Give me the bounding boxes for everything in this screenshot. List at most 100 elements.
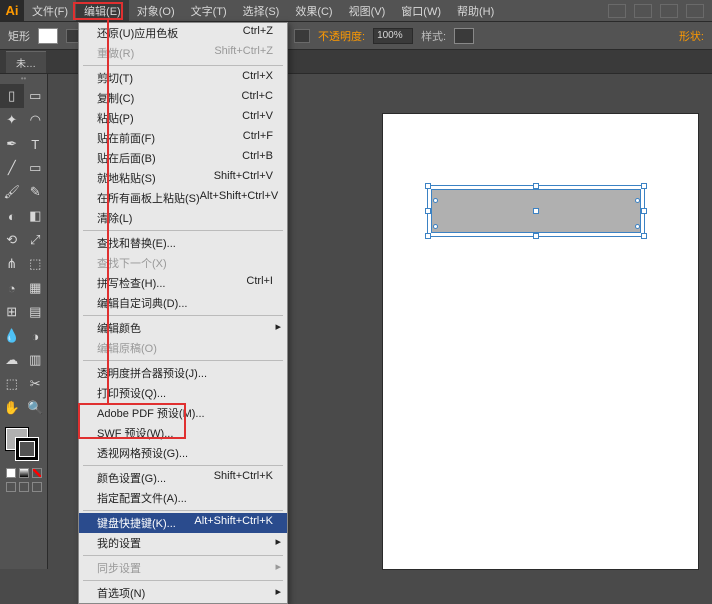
title-bar: Ai 文件(F) 编辑(E) 对象(O) 文字(T) 选择(S) 效果(C) 视… [0, 0, 712, 22]
layout-icon[interactable] [608, 4, 626, 18]
menu-item[interactable]: 在所有画板上粘贴(S)Alt+Shift+Ctrl+V [79, 188, 287, 208]
menu-item[interactable]: 键盘快捷键(K)...Alt+Shift+Ctrl+K [79, 513, 287, 533]
menu-item[interactable]: SWF 预设(W)... [79, 423, 287, 443]
menu-item[interactable]: 贴在后面(B)Ctrl+B [79, 148, 287, 168]
anchor-point[interactable] [635, 224, 640, 229]
menu-item-label: 打印预设(Q)... [97, 385, 166, 401]
menu-item[interactable]: 指定配置文件(A)... [79, 488, 287, 508]
menu-item-shortcut: Ctrl+I [246, 275, 273, 291]
tool-pen[interactable]: ✒ [0, 132, 24, 156]
menu-item[interactable]: 首选项(N)▸ [79, 583, 287, 603]
menu-item-label: 编辑原稿(O) [97, 340, 157, 356]
tool-lasso[interactable]: ◠ [24, 108, 48, 132]
tool-magic-wand[interactable]: ✦ [0, 108, 24, 132]
resize-handle[interactable] [641, 233, 647, 239]
menu-item[interactable]: 剪切(T)Ctrl+X [79, 68, 287, 88]
document-tab[interactable]: 未… [6, 51, 46, 73]
layout-icon[interactable] [686, 4, 704, 18]
tool-type[interactable]: T [24, 132, 48, 156]
menu-view[interactable]: 视图(V) [341, 0, 394, 21]
resize-handle[interactable] [425, 233, 431, 239]
layout-icon[interactable] [660, 4, 678, 18]
tool-pencil[interactable]: ✎ [24, 180, 48, 204]
tool-artboard[interactable]: ⬚ [0, 372, 24, 396]
tool-shape-builder[interactable]: ◔ [0, 276, 24, 300]
tool-rectangle[interactable]: ▭ [24, 156, 48, 180]
artboard[interactable] [383, 114, 698, 569]
resize-handle[interactable] [425, 208, 431, 214]
tool-symbol[interactable]: ☁ [0, 348, 24, 372]
menu-item[interactable]: 拼写检查(H)...Ctrl+I [79, 273, 287, 293]
menu-help[interactable]: 帮助(H) [449, 0, 502, 21]
tool-perspective[interactable]: ▦ [24, 276, 48, 300]
style-swatch[interactable] [454, 28, 474, 44]
menu-select[interactable]: 选择(S) [235, 0, 288, 21]
menu-file[interactable]: 文件(F) [24, 0, 76, 21]
opacity-input[interactable] [373, 28, 413, 44]
anchor-point[interactable] [635, 198, 640, 203]
tool-slice[interactable]: ✂ [24, 372, 48, 396]
menu-item-shortcut: Shift+Ctrl+K [214, 470, 273, 486]
menu-item[interactable]: Adobe PDF 预设(M)... [79, 403, 287, 423]
menu-item[interactable]: 透视网格预设(G)... [79, 443, 287, 463]
layout-icon[interactable] [634, 4, 652, 18]
style-dropdown-icon[interactable] [294, 29, 310, 43]
menu-item[interactable]: 清除(L) [79, 208, 287, 228]
menu-item[interactable]: 还原(U)应用色板Ctrl+Z [79, 23, 287, 43]
menu-item[interactable]: 查找和替换(E)... [79, 233, 287, 253]
tool-free-transform[interactable]: ⬚ [24, 252, 48, 276]
menu-item[interactable]: 编辑自定词典(D)... [79, 293, 287, 313]
none-mode-icon[interactable] [32, 468, 42, 478]
menu-separator [83, 465, 283, 466]
tool-gradient[interactable]: ▤ [24, 300, 48, 324]
menu-effect[interactable]: 效果(C) [287, 0, 340, 21]
tool-graph[interactable]: ▥ [24, 348, 48, 372]
menu-item[interactable]: 复制(C)Ctrl+C [79, 88, 287, 108]
menu-item[interactable]: 粘贴(P)Ctrl+V [79, 108, 287, 128]
menu-bar: 文件(F) 编辑(E) 对象(O) 文字(T) 选择(S) 效果(C) 视图(V… [24, 0, 502, 21]
menu-item[interactable]: 就地粘贴(S)Shift+Ctrl+V [79, 168, 287, 188]
tool-eyedropper[interactable]: 💧 [0, 324, 24, 348]
menu-item[interactable]: 贴在前面(F)Ctrl+F [79, 128, 287, 148]
menu-edit[interactable]: 编辑(E) [76, 0, 129, 21]
menu-item[interactable]: 编辑颜色▸ [79, 318, 287, 338]
menu-item[interactable]: 打印预设(Q)... [79, 383, 287, 403]
tool-direct-select[interactable]: ▭ [24, 84, 48, 108]
gradient-mode-icon[interactable] [19, 468, 29, 478]
tool-blend[interactable]: ◑ [24, 324, 48, 348]
resize-handle[interactable] [641, 183, 647, 189]
resize-handle[interactable] [641, 208, 647, 214]
menu-item[interactable]: 我的设置▸ [79, 533, 287, 553]
screen-mode-icon[interactable] [6, 482, 16, 492]
resize-handle[interactable] [533, 183, 539, 189]
tool-scale[interactable]: ⤢ [24, 228, 48, 252]
stroke-color[interactable] [16, 438, 38, 460]
resize-handle[interactable] [425, 183, 431, 189]
resize-handle[interactable] [533, 233, 539, 239]
tool-paintbrush[interactable]: 🖌 [0, 180, 24, 204]
menu-item-label: 粘贴(P) [97, 110, 134, 126]
screen-mode-icon[interactable] [32, 482, 42, 492]
tool-eraser[interactable]: ◧ [24, 204, 48, 228]
tool-selection[interactable]: ▯ [0, 84, 24, 108]
tool-zoom[interactable]: 🔍 [24, 396, 48, 420]
tool-width[interactable]: ⋔ [0, 252, 24, 276]
tool-line[interactable]: ╱ [0, 156, 24, 180]
menu-item[interactable]: 透明度拼合器预设(J)... [79, 363, 287, 383]
anchor-point[interactable] [433, 198, 438, 203]
color-mode-icon[interactable] [6, 468, 16, 478]
fill-swatch[interactable] [38, 28, 58, 44]
center-handle[interactable] [533, 208, 539, 214]
menu-type[interactable]: 文字(T) [183, 0, 235, 21]
tool-rotate[interactable]: ⟲ [0, 228, 24, 252]
screen-mode-icon[interactable] [19, 482, 29, 492]
tool-blob[interactable]: ◐ [0, 204, 24, 228]
menu-item[interactable]: 颜色设置(G)...Shift+Ctrl+K [79, 468, 287, 488]
tool-hand[interactable]: ✋ [0, 396, 24, 420]
anchor-point[interactable] [433, 224, 438, 229]
toolbox-grip-icon[interactable]: •• [21, 74, 27, 84]
tool-mesh[interactable]: ⊞ [0, 300, 24, 324]
menu-object[interactable]: 对象(O) [129, 0, 183, 21]
menu-item-shortcut: Ctrl+X [242, 70, 273, 86]
menu-window[interactable]: 窗口(W) [393, 0, 449, 21]
